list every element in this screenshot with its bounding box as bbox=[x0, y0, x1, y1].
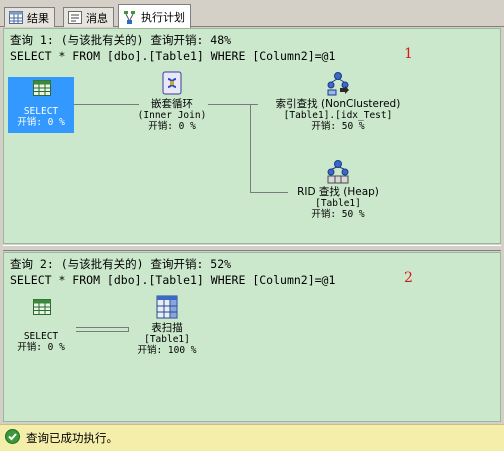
query-2-title: 查询 2: (与该批有关的) 查询开销: 52% bbox=[10, 257, 232, 271]
status-bar: 查询已成功执行。 bbox=[0, 424, 504, 451]
plan-node-select[interactable]: SELECT 开销: 0 % bbox=[8, 77, 74, 133]
tab-messages[interactable]: 消息 bbox=[63, 7, 114, 27]
tab-execution-plan-label: 执行计划 bbox=[141, 10, 185, 24]
rid-lookup-icon bbox=[325, 159, 351, 188]
query-2-sql: SELECT * FROM [dbo].[Table1] WHERE [Colu… bbox=[10, 273, 336, 287]
messages-icon bbox=[68, 11, 82, 24]
nested-loops-icon bbox=[160, 71, 184, 98]
select-node-label: SELECT bbox=[23, 106, 59, 117]
query-1-title: 查询 1: (与该批有关的) 查询开销: 48% bbox=[10, 33, 232, 47]
results-tab-bar: 结果 消息 执行计划 bbox=[0, 0, 504, 28]
table-scan-object: [Table1] bbox=[144, 334, 190, 345]
index-seek-label: 索引查找 (NonClustered) bbox=[275, 98, 401, 110]
select-result-icon bbox=[33, 299, 51, 318]
table-scan-icon bbox=[155, 295, 179, 322]
index-seek-icon bbox=[326, 71, 350, 100]
grid-results-icon bbox=[9, 11, 23, 24]
select-result-icon bbox=[33, 80, 51, 99]
status-text: 查询已成功执行。 bbox=[26, 431, 118, 445]
success-check-icon bbox=[5, 429, 20, 447]
plan-edge bbox=[76, 331, 128, 332]
plan-edge bbox=[76, 327, 128, 328]
select-node-cost: 开销: 0 % bbox=[17, 117, 65, 128]
tab-results[interactable]: 结果 bbox=[4, 7, 55, 27]
query-1-plan-panel: 查询 1: (与该批有关的) 查询开销: 48% SELECT * FROM [… bbox=[3, 28, 501, 244]
rid-lookup-cost: 开销: 50 % bbox=[311, 209, 365, 220]
tab-messages-label: 消息 bbox=[86, 11, 108, 25]
tab-results-label: 结果 bbox=[27, 11, 49, 25]
nested-loops-label: 嵌套循环 bbox=[151, 98, 193, 110]
query-1-sql: SELECT * FROM [dbo].[Table1] WHERE [Colu… bbox=[10, 49, 336, 63]
tab-execution-plan[interactable]: 执行计划 bbox=[118, 4, 191, 28]
rid-lookup-label: RID 查找 (Heap) bbox=[297, 186, 379, 198]
nested-loops-cost: 开销: 0 % bbox=[148, 121, 196, 132]
query-2-annotation: 2 bbox=[404, 270, 413, 286]
plan-edge bbox=[250, 104, 251, 192]
execution-plan-icon bbox=[123, 10, 137, 24]
query-1-annotation: 1 bbox=[404, 46, 413, 62]
query-2-plan-panel: 查询 2: (与该批有关的) 查询开销: 52% SELECT * FROM [… bbox=[3, 252, 501, 422]
rid-lookup-object: [Table1] bbox=[315, 198, 361, 209]
panel-splitter[interactable] bbox=[3, 245, 501, 251]
table-scan-cost: 开销: 100 % bbox=[137, 345, 197, 356]
select-node-cost: 开销: 0 % bbox=[17, 342, 65, 353]
select-node-label: SELECT bbox=[23, 331, 59, 342]
nested-loops-join-type: (Inner Join) bbox=[137, 110, 207, 121]
index-seek-object: [Table1].[idx_Test] bbox=[283, 110, 393, 121]
table-scan-label: 表扫描 bbox=[151, 322, 183, 334]
index-seek-cost: 开销: 50 % bbox=[311, 121, 365, 132]
